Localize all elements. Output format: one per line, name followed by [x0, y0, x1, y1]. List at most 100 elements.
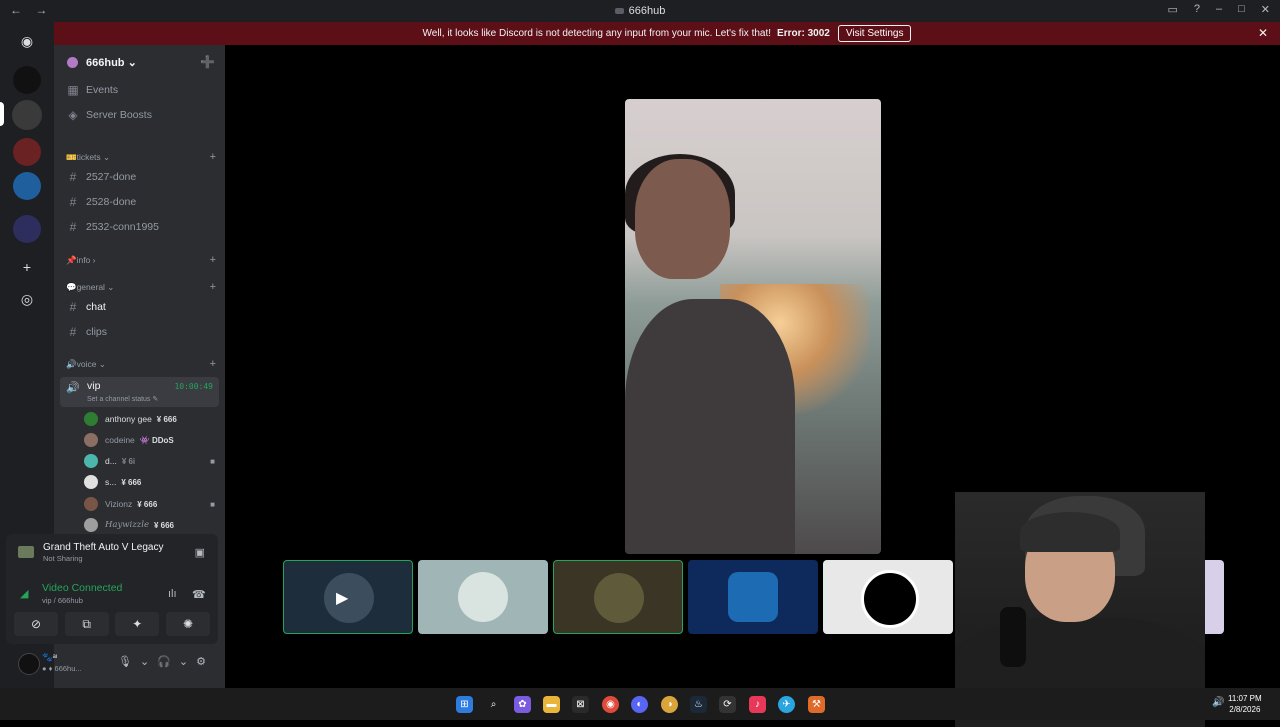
category-label: 💬general ⌄	[66, 281, 115, 292]
maximize-button[interactable]: □	[1238, 3, 1245, 16]
channel-clips[interactable]: # clips	[60, 321, 219, 343]
category-general[interactable]: 💬general ⌄ +	[66, 280, 216, 294]
add-channel-icon[interactable]: +	[210, 358, 216, 370]
channel-label: 2528-done	[86, 196, 137, 208]
category-info[interactable]: 📌info › +	[66, 253, 216, 267]
inbox-icon[interactable]: ▭	[1167, 3, 1177, 16]
category-label: 📌info ›	[66, 254, 96, 265]
soundboard-button[interactable]: ✺	[165, 612, 210, 636]
user-avatar[interactable]	[18, 653, 40, 675]
camera-off-button[interactable]: ⊘	[14, 612, 58, 636]
voice-user[interactable]: Haywizzle ¥ 666	[84, 516, 219, 534]
banner-message: Well, it looks like Discord is not detec…	[422, 28, 772, 39]
add-channel-icon[interactable]: +	[210, 281, 216, 293]
channel-2527-done[interactable]: #2527-done	[60, 166, 219, 188]
channel-2532-conn1995[interactable]: #2532-conn1995	[60, 216, 219, 238]
headset-icon[interactable]: 🎧	[157, 655, 171, 668]
chrome-icon[interactable]: ◉	[602, 696, 619, 713]
category-tickets[interactable]: 🎫tickets ⌄ +	[66, 150, 216, 164]
user-status: ● ♦ 666hu...	[42, 664, 82, 673]
add-channel-icon[interactable]: +	[210, 254, 216, 266]
copilot-icon[interactable]: ✿	[514, 696, 531, 713]
focused-video-stream[interactable]	[625, 99, 881, 554]
participant-tile-4[interactable]	[688, 560, 818, 634]
menu-server-boosts[interactable]: ◈ Server Boosts	[60, 104, 219, 126]
headset-options-icon[interactable]: ⌄	[179, 655, 188, 668]
obs-icon[interactable]: ⟳	[719, 696, 736, 713]
noise-suppression-icon[interactable]: ılı	[168, 588, 177, 600]
channel-status-link[interactable]: Set a channel status ✎	[87, 395, 158, 403]
taskbar-clock[interactable]: 11:07 PM 2/8/2026	[1228, 693, 1262, 715]
signal-icon[interactable]: ◢	[20, 587, 28, 600]
mic-options-icon[interactable]: ⌄	[140, 655, 149, 668]
store-icon[interactable]: ⊠	[572, 696, 589, 713]
channel-label: 2532-conn1995	[86, 221, 159, 233]
voice-actions: ⊘ ⧉ ✦ ✺	[14, 612, 210, 636]
category-voice[interactable]: 🔊voice ⌄ +	[66, 357, 216, 371]
server-folder-1[interactable]	[13, 138, 41, 166]
server-header[interactable]: 666hub ⌄ ➕	[54, 45, 225, 81]
username[interactable]: 🐾ᵃᶦ	[42, 652, 57, 663]
webcam-cap	[1020, 512, 1120, 552]
avatar	[84, 497, 98, 511]
server-folder-3[interactable]	[13, 215, 41, 243]
voice-channel-vip[interactable]: 🔊 vip 10:00:49 Set a channel status ✎	[60, 377, 219, 407]
tiktok-icon[interactable]: ♪	[749, 696, 766, 713]
add-channel-icon[interactable]: +	[210, 151, 216, 163]
file-explorer-icon[interactable]: ▬	[543, 696, 560, 713]
app-icon[interactable]: ◑	[661, 696, 678, 713]
voice-user-name: d...	[105, 456, 117, 466]
steam-icon[interactable]: ♨	[690, 696, 707, 713]
close-button[interactable]: ✕	[1261, 3, 1270, 16]
participant-tile-5[interactable]	[823, 560, 953, 634]
voice-user[interactable]: codeine 👾 DDoS	[84, 431, 219, 449]
avatar	[861, 570, 919, 628]
mic-icon[interactable]: 🎙	[118, 655, 132, 668]
menu-events[interactable]: ▦ Events	[60, 79, 219, 101]
visit-settings-button[interactable]: Visit Settings	[837, 25, 912, 42]
voice-user[interactable]: Vizionz ¥ 666 ■	[84, 495, 219, 513]
avatar	[324, 573, 374, 623]
voice-user[interactable]: s... ¥ 666	[84, 473, 219, 491]
avatar	[84, 518, 98, 532]
server-name[interactable]: 666hub ⌄	[86, 56, 137, 69]
discord-home-icon[interactable]: ◉	[12, 26, 42, 56]
discord-icon[interactable]: ◐	[631, 696, 648, 713]
discover-icon[interactable]: ◎	[12, 284, 42, 314]
participant-tile-3[interactable]	[553, 560, 683, 634]
settings-gear-icon[interactable]: ⚙	[196, 655, 206, 668]
activities-button[interactable]: ✦	[115, 612, 160, 636]
hash-icon: #	[69, 170, 77, 184]
channel-chat[interactable]: # chat	[60, 296, 219, 318]
help-icon[interactable]: ?	[1194, 3, 1200, 16]
banner-close-icon[interactable]: ✕	[1258, 26, 1268, 40]
start-icon[interactable]: ⊞	[456, 696, 473, 713]
avatar	[84, 454, 98, 468]
minimize-button[interactable]: –	[1216, 3, 1222, 16]
connection-status[interactable]: Video Connected	[42, 582, 122, 594]
menu-label: Server Boosts	[86, 109, 152, 121]
participant-tile-1[interactable]: ▶	[283, 560, 413, 634]
boost-icon: ◈	[68, 108, 78, 122]
telegram-icon[interactable]: ✈	[778, 696, 795, 713]
participant-tile-2[interactable]	[418, 560, 548, 634]
screen-share-icon[interactable]: ▣	[195, 546, 205, 559]
server-icon-1[interactable]	[13, 66, 41, 94]
calendar-icon: ▦	[67, 83, 79, 97]
volume-icon[interactable]: 🔊	[1212, 697, 1224, 708]
app-icon[interactable]: ⚒	[808, 696, 825, 713]
voice-status-panel: Grand Theft Auto V Legacy Not Sharing ▣ …	[6, 534, 218, 644]
invite-icon[interactable]: ➕	[200, 55, 215, 69]
server-icon-666hub[interactable]	[12, 100, 42, 130]
channel-2528-done[interactable]: #2528-done	[60, 191, 219, 213]
voice-user[interactable]: anthony gee ¥ 666	[84, 410, 219, 428]
category-label: 🎫tickets ⌄	[66, 151, 111, 162]
add-server-icon[interactable]: +	[12, 252, 42, 282]
camera-icon: ■	[210, 456, 215, 466]
search-icon[interactable]: ⌕	[485, 696, 502, 713]
server-folder-2[interactable]	[13, 172, 41, 200]
disconnect-icon[interactable]: ☎	[192, 588, 206, 601]
voice-user[interactable]: d... ¥ 6i ■	[84, 452, 219, 470]
screen-share-button[interactable]: ⧉	[64, 612, 109, 636]
avatar	[84, 475, 98, 489]
